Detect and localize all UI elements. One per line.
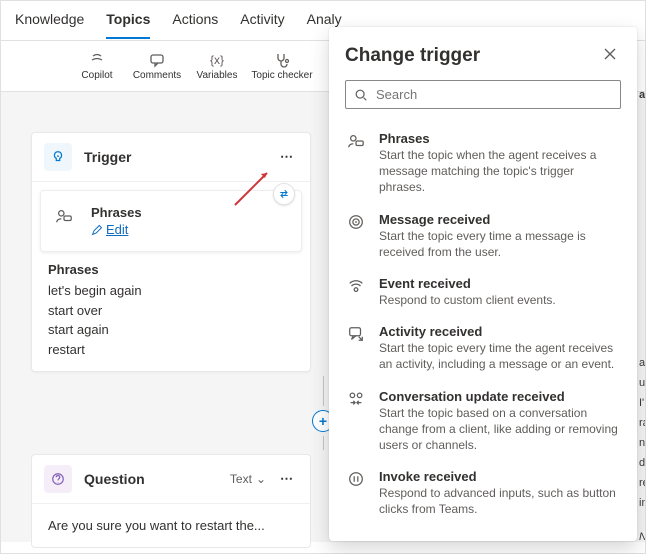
phrase-item: start again bbox=[48, 320, 294, 340]
trigger-option-event-received[interactable]: Event receivedRespond to custom client e… bbox=[345, 268, 621, 316]
trigger-option-activity-received[interactable]: Activity receivedStart the topic every t… bbox=[345, 316, 621, 380]
toolbar-comments-label: Comments bbox=[133, 70, 181, 81]
chat-arrow-icon bbox=[345, 324, 367, 372]
trigger-node-more-button[interactable]: ⋯ bbox=[276, 147, 298, 167]
person-chat-icon bbox=[345, 131, 367, 196]
trigger-option-invoke-received[interactable]: Invoke receivedRespond to advanced input… bbox=[345, 461, 621, 525]
people-swap-icon bbox=[345, 389, 367, 454]
phrase-item: restart bbox=[48, 340, 294, 360]
tab-knowledge[interactable]: Knowledge bbox=[15, 11, 84, 37]
variables-icon: {x} bbox=[210, 51, 224, 69]
search-field[interactable] bbox=[345, 80, 621, 109]
question-node-title: Question bbox=[84, 471, 230, 487]
phrase-item: start over bbox=[48, 301, 294, 321]
comment-icon bbox=[149, 51, 165, 69]
trigger-phrases-card: Phrases Edit bbox=[40, 190, 302, 252]
toolbar-variables-label: Variables bbox=[197, 70, 238, 81]
trigger-node-title: Trigger bbox=[84, 149, 276, 165]
question-node: Question Text ⌄ ⋯ Are you sure you want … bbox=[31, 454, 311, 548]
phrases-heading: Phrases bbox=[48, 262, 294, 277]
question-icon bbox=[44, 465, 72, 493]
trigger-option-message-received[interactable]: Message receivedStart the topic every ti… bbox=[345, 204, 621, 268]
lightbulb-icon bbox=[44, 143, 72, 171]
node-connector bbox=[323, 436, 324, 450]
phrase-item: let's begin again bbox=[48, 281, 294, 301]
target-icon bbox=[345, 212, 367, 260]
tab-activity[interactable]: Activity bbox=[240, 11, 284, 37]
search-input[interactable] bbox=[376, 87, 612, 102]
person-chat-icon bbox=[55, 207, 73, 228]
toolbar-copilot-label: Copilot bbox=[81, 70, 112, 81]
trigger-option-phrases[interactable]: PhrasesStart the topic when the agent re… bbox=[345, 123, 621, 204]
question-node-more-button[interactable]: ⋯ bbox=[276, 469, 298, 489]
trigger-card-title: Phrases bbox=[91, 205, 285, 220]
question-type-dropdown[interactable]: Text ⌄ bbox=[230, 472, 266, 486]
node-connector bbox=[323, 376, 324, 406]
close-button[interactable] bbox=[599, 43, 621, 68]
trigger-node: Trigger ⋯ Phrases Edit Phrases let's beg… bbox=[31, 132, 311, 372]
edit-phrases-link[interactable]: Edit bbox=[91, 222, 285, 237]
bleed-panel: ag a u I' ra na documents, V regulations… bbox=[639, 89, 645, 549]
toolbar-topic-checker-label: Topic checker bbox=[251, 70, 312, 81]
tab-topics[interactable]: Topics bbox=[106, 11, 150, 39]
broadcast-icon bbox=[345, 276, 367, 308]
toolbar-variables[interactable]: {x} Variables bbox=[191, 51, 243, 81]
close-icon bbox=[603, 47, 617, 61]
copilot-icon bbox=[89, 51, 105, 69]
edit-label: Edit bbox=[106, 222, 128, 237]
pause-circle-icon bbox=[345, 469, 367, 517]
phrases-list: Phrases let's begin again start over sta… bbox=[36, 262, 306, 371]
toolbar-comments[interactable]: Comments bbox=[131, 51, 183, 81]
change-trigger-button[interactable] bbox=[273, 183, 295, 205]
change-trigger-popover: Change trigger PhrasesStart the topic wh… bbox=[329, 27, 637, 541]
toolbar-topic-checker[interactable]: Topic checker bbox=[251, 51, 313, 81]
popover-title: Change trigger bbox=[345, 45, 599, 67]
stethoscope-icon bbox=[274, 51, 290, 69]
chevron-down-icon: ⌄ bbox=[256, 472, 266, 486]
trigger-node-header: Trigger ⋯ bbox=[32, 133, 310, 182]
trigger-option-conversation-update[interactable]: Conversation update receivedStart the to… bbox=[345, 381, 621, 462]
question-body-text: Are you sure you want to restart the... bbox=[32, 504, 310, 547]
search-icon bbox=[354, 88, 368, 102]
toolbar-copilot[interactable]: Copilot bbox=[71, 51, 123, 81]
tab-actions[interactable]: Actions bbox=[172, 11, 218, 37]
